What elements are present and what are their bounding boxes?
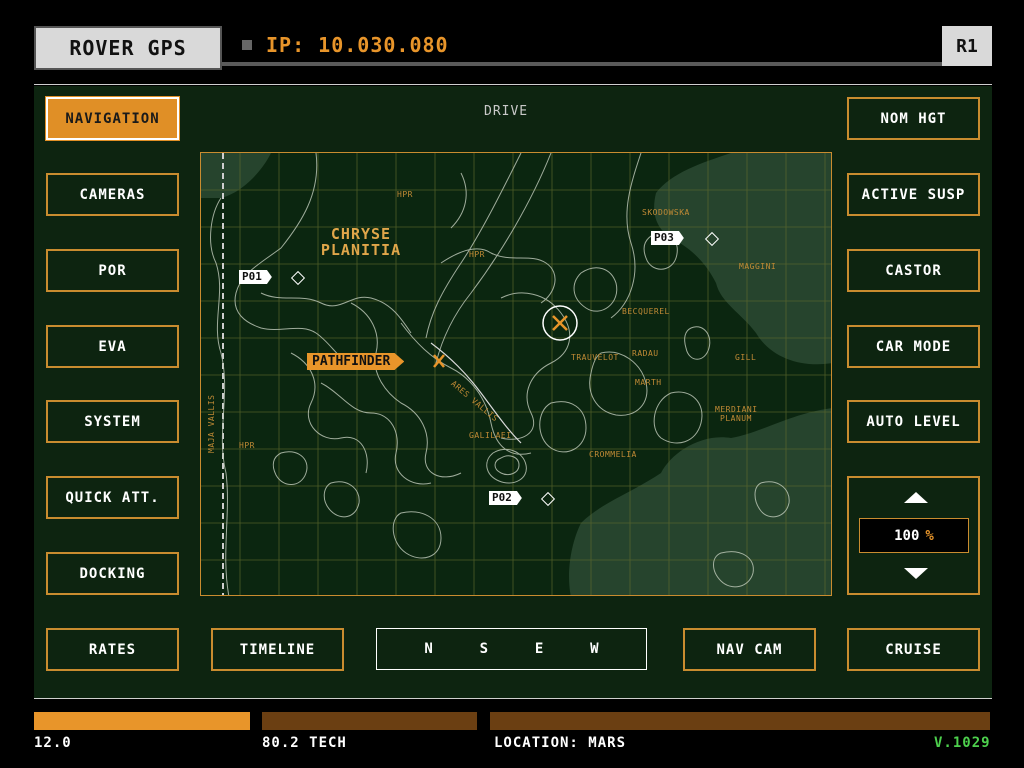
timeline-button[interactable]: TIMELINE — [211, 628, 344, 671]
compass-e-button[interactable]: E — [535, 641, 543, 657]
region-name-line2: PLANITIA — [320, 241, 402, 259]
footer-location: LOCATION: MARS — [494, 735, 627, 751]
header-divider — [34, 84, 992, 85]
waypoint-p03-tag[interactable]: P03 — [651, 231, 684, 245]
waypoint-p01-tag[interactable]: P01 — [239, 270, 272, 284]
compass-n-button[interactable]: N — [424, 641, 432, 657]
label-hpr: HPR — [397, 190, 413, 199]
label-hpr: HPR — [469, 250, 485, 259]
region-name: CHRYSE PLANITIA — [311, 226, 411, 258]
label-meridiani: MERDIANI — [715, 405, 758, 414]
label-trauvelot: TRAUVELOT — [571, 353, 619, 362]
label-becquerel: BECQUEREL — [622, 307, 670, 316]
compass-selector: N S E W — [376, 628, 647, 670]
app-title-box: ROVER GPS — [34, 26, 222, 70]
pathfinder-tag[interactable]: PATHFINDER — [307, 353, 405, 370]
menu-quick-att-button[interactable]: QUICK ATT. — [46, 476, 179, 519]
label-maggini: MAGGINI — [739, 262, 777, 271]
label-maja-vallis: MAJA VALLIS — [207, 394, 216, 453]
label-hpr: HPR — [239, 441, 255, 450]
status-bar-primary — [34, 712, 250, 730]
label-radau: RADAU — [632, 349, 659, 358]
menu-eva-button[interactable]: EVA — [46, 325, 179, 368]
label-gill: GILL — [735, 353, 757, 362]
height-unit: % — [925, 527, 934, 544]
label-skodowska: SKODOWSKA — [642, 208, 690, 217]
decrease-arrow-icon[interactable] — [904, 568, 928, 579]
rover-badge[interactable]: R1 — [942, 26, 992, 66]
status-square-icon — [242, 40, 252, 50]
menu-rates-button[interactable]: RATES — [46, 628, 179, 671]
menu-docking-button[interactable]: DOCKING — [46, 552, 179, 595]
terrain-map[interactable]: CHRYSE PLANITIA HPR HPR HPR SKODOWSKA MA… — [200, 152, 832, 596]
menu-por-button[interactable]: POR — [46, 249, 179, 292]
label-marth: MARTH — [635, 378, 662, 387]
menu-cameras-button[interactable]: CAMERAS — [46, 173, 179, 216]
app-title: ROVER GPS — [69, 36, 187, 60]
label-galilaei: GALILAEI — [469, 431, 512, 440]
rover-badge-label: R1 — [956, 35, 978, 57]
label-crommelin: CROMMELIA — [589, 450, 637, 459]
height-percent-display: 100 % — [859, 518, 969, 553]
map-mode-label: DRIVE — [484, 104, 529, 119]
footer-divider — [34, 698, 992, 699]
menu-system-button[interactable]: SYSTEM — [46, 400, 179, 443]
footer-version: V.1029 — [934, 735, 991, 751]
castor-button[interactable]: CASTOR — [847, 249, 980, 292]
waypoint-p02-tag[interactable]: P02 — [489, 491, 522, 505]
active-susp-button[interactable]: ACTIVE SUSP — [847, 173, 980, 216]
compass-s-button[interactable]: S — [480, 641, 488, 657]
auto-level-button[interactable]: AUTO LEVEL — [847, 400, 980, 443]
car-mode-button[interactable]: CAR MODE — [847, 325, 980, 368]
map-terrain-graphic — [201, 153, 831, 595]
footer-tech: 80.2 TECH — [262, 735, 347, 751]
status-bar-location — [490, 712, 990, 730]
compass-w-button[interactable]: W — [590, 641, 598, 657]
label-planum: PLANUM — [720, 414, 752, 423]
menu-navigation-button[interactable]: NAVIGATION — [46, 97, 179, 140]
increase-arrow-icon[interactable] — [904, 492, 928, 503]
height-value: 100 — [894, 527, 920, 544]
cruise-button[interactable]: CRUISE — [847, 628, 980, 671]
nav-cam-button[interactable]: NAV CAM — [683, 628, 816, 671]
footer-value: 12.0 — [34, 735, 72, 751]
region-name-line1: CHRYSE — [330, 225, 392, 243]
nom-hgt-button[interactable]: NOM HGT — [847, 97, 980, 140]
status-bar-secondary — [262, 712, 477, 730]
ip-address: IP: 10.030.080 — [266, 33, 449, 57]
